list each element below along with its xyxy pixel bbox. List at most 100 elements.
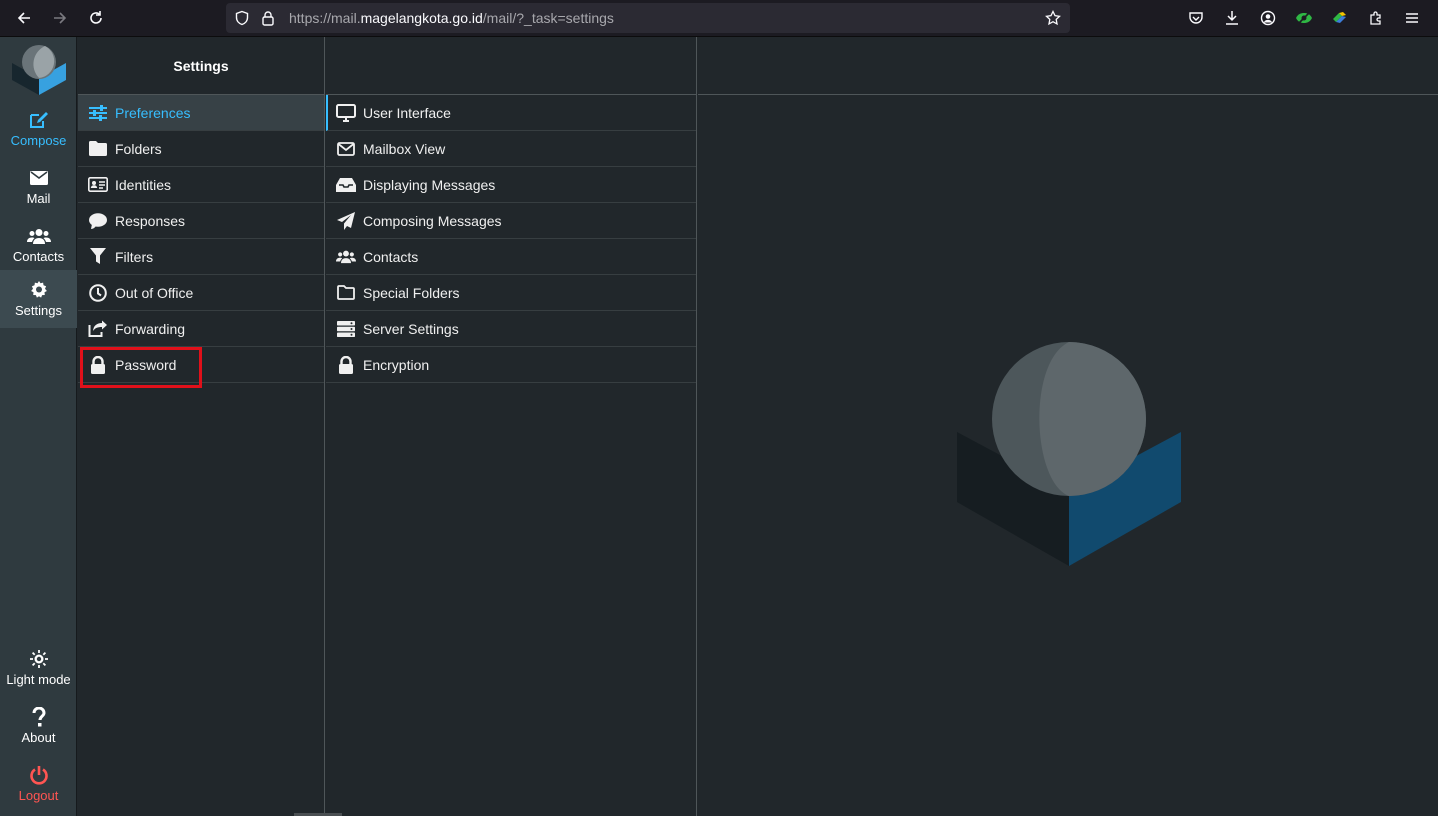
settings-item-preferences[interactable]: Preferences [78, 95, 324, 131]
share-icon [88, 319, 108, 339]
menu-button[interactable] [1394, 0, 1430, 36]
paper-plane-icon [336, 211, 356, 231]
pocket-icon [1189, 12, 1203, 24]
arrow-left-icon [17, 12, 30, 24]
url-bar[interactable]: https://mail.magelangkota.go.id/mail/?_t… [226, 3, 1070, 33]
envelope-icon [29, 168, 48, 188]
settings-item-forwarding[interactable]: Forwarding [78, 311, 324, 347]
mail-label: Mail [26, 191, 51, 206]
pref-item-contacts[interactable]: Contacts [326, 239, 696, 275]
bookmark-star-icon[interactable] [1040, 10, 1066, 26]
contacts-button[interactable]: Contacts [0, 216, 77, 274]
pref-item-label: Composing Messages [363, 212, 502, 229]
content-header [698, 37, 1438, 95]
settings-sidebar: Settings Preferences Folders Identities … [78, 37, 325, 816]
settings-item-responses[interactable]: Responses [78, 203, 324, 239]
pref-item-label: Contacts [363, 248, 419, 265]
settings-item-label: Identities [115, 176, 172, 193]
light-mode-label: Light mode [6, 672, 71, 687]
settings-item-label: Out of Office [115, 284, 194, 301]
settings-item-password[interactable]: Password [78, 347, 324, 388]
settings-item-label: Responses [115, 212, 186, 229]
extension-green-button[interactable] [1286, 0, 1322, 36]
lock-icon[interactable] [255, 10, 281, 26]
pocket-button[interactable] [1178, 0, 1214, 36]
url-path: /mail/?_task=settings [482, 10, 614, 26]
content-frame [698, 37, 1438, 816]
question-icon [32, 707, 46, 727]
puzzle-icon [1370, 11, 1381, 25]
users-icon [336, 247, 356, 267]
clock-icon [88, 283, 108, 303]
back-button[interactable] [6, 0, 42, 36]
pref-item-label: Displaying Messages [363, 176, 496, 193]
browser-toolbar: https://mail.magelangkota.go.id/mail/?_t… [0, 0, 1438, 37]
preferences-list: User Interface Mailbox View Displaying M… [294, 37, 697, 816]
account-button[interactable] [1250, 0, 1286, 36]
settings-item-label: Folders [115, 140, 162, 157]
comment-icon [88, 211, 108, 231]
account-icon [1260, 10, 1276, 26]
extensions-button[interactable] [1358, 0, 1394, 36]
inbox-icon [336, 175, 356, 195]
eye-extension-icon [1296, 12, 1312, 24]
url-text[interactable]: https://mail.magelangkota.go.id/mail/?_t… [289, 10, 1040, 26]
url-host: magelangkota.go.id [360, 10, 483, 26]
filter-icon [88, 247, 108, 267]
server-icon [336, 319, 356, 339]
pref-item-label: Mailbox View [363, 140, 446, 157]
extension-colored-button[interactable] [1322, 0, 1358, 36]
contacts-label: Contacts [12, 249, 65, 264]
task-menu: Compose Mail Contacts Settings Light mod… [0, 37, 77, 816]
roundcube-app: Compose Mail Contacts Settings Light mod… [0, 37, 1438, 816]
id-card-icon [88, 175, 108, 195]
downloads-button[interactable] [1214, 0, 1250, 36]
edit-icon [29, 110, 49, 130]
pref-item-label: Encryption [363, 356, 430, 373]
power-icon [29, 765, 49, 785]
reload-icon [90, 11, 102, 24]
pref-item-server-settings[interactable]: Server Settings [326, 311, 696, 347]
pref-item-composing-messages[interactable]: Composing Messages [326, 203, 696, 239]
mail-button[interactable]: Mail [0, 158, 77, 216]
settings-label: Settings [15, 303, 62, 318]
settings-item-filters[interactable]: Filters [78, 239, 324, 275]
folder-icon [88, 139, 108, 159]
sun-icon [29, 649, 48, 669]
shield-icon[interactable] [229, 10, 255, 26]
roundcube-watermark-logo [957, 342, 1181, 566]
pref-item-label: User Interface [363, 104, 451, 121]
settings-item-label: Filters [115, 248, 154, 265]
toolbar-right [1178, 0, 1430, 36]
roundcube-logo[interactable] [12, 41, 66, 95]
arrow-right-icon [54, 12, 67, 24]
settings-item-label: Preferences [115, 104, 191, 121]
settings-item-identities[interactable]: Identities [78, 167, 324, 203]
pref-item-user-interface[interactable]: User Interface [326, 95, 696, 131]
pref-item-displaying-messages[interactable]: Displaying Messages [326, 167, 696, 203]
envelope-outline-icon [336, 139, 356, 159]
desktop-icon [336, 103, 356, 123]
extension-colored-icon [1333, 12, 1346, 23]
about-button[interactable]: About [0, 697, 77, 755]
folder-outline-icon [336, 283, 356, 303]
lock-icon [336, 355, 356, 375]
logout-button[interactable]: Logout [0, 755, 77, 813]
pref-item-label: Special Folders [363, 284, 460, 301]
settings-item-folders[interactable]: Folders [78, 131, 324, 167]
compose-button[interactable]: Compose [0, 100, 77, 158]
preferences-header [326, 37, 696, 95]
forward-button[interactable] [42, 0, 78, 36]
logout-label: Logout [18, 788, 59, 803]
pref-item-mailbox-view[interactable]: Mailbox View [326, 131, 696, 167]
pref-item-special-folders[interactable]: Special Folders [326, 275, 696, 311]
gear-icon [30, 280, 48, 300]
settings-header: Settings [78, 37, 324, 95]
reload-button[interactable] [78, 0, 114, 36]
url-prefix: https://mail. [289, 10, 361, 26]
pref-item-encryption[interactable]: Encryption [326, 347, 696, 383]
light-mode-button[interactable]: Light mode [0, 639, 77, 697]
settings-button[interactable]: Settings [0, 270, 77, 328]
settings-item-out-of-office[interactable]: Out of Office [78, 275, 324, 311]
compose-label: Compose [10, 133, 67, 148]
